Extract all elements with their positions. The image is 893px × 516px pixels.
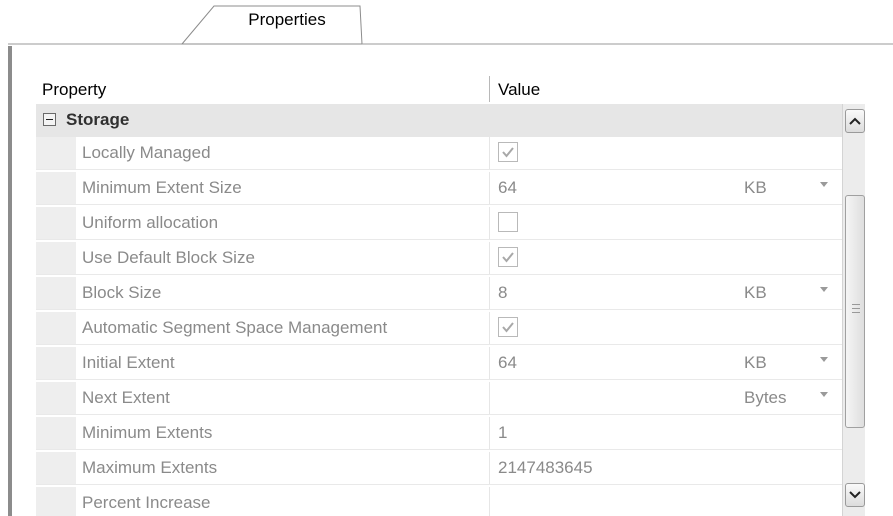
checkbox[interactable] [498,247,518,267]
row-gutter [36,347,76,379]
triangle-down-icon[interactable] [820,182,828,187]
category-label: Storage [66,110,130,129]
property-row[interactable]: Minimum Extents 1 [36,417,842,450]
row-gutter [36,172,76,204]
property-row[interactable]: Use Default Block Size [36,242,842,275]
triangle-down-icon[interactable] [820,392,828,397]
property-row[interactable]: Block Size 8 KB [36,277,842,310]
scroll-thumb[interactable] [845,195,865,428]
property-value[interactable]: 64 [498,353,517,373]
chevron-down-icon [849,491,861,499]
grip-line [852,308,860,309]
property-name: Minimum Extent Size [82,178,242,197]
checkbox[interactable] [498,212,518,232]
chevron-up-icon [849,117,861,125]
column-divider [489,487,490,516]
checkmark-icon [502,147,514,158]
property-name: Use Default Block Size [82,248,255,267]
unit-select[interactable]: KB [744,178,767,198]
grid-header: Property Value [36,74,842,104]
column-divider [489,312,490,344]
row-gutter [36,312,76,344]
property-row[interactable]: Next Extent Bytes [36,382,842,415]
grip-line [852,312,860,313]
column-divider [489,347,490,379]
column-divider [489,452,490,484]
unit-select[interactable]: KB [744,353,767,373]
grip-line [852,304,860,305]
column-divider[interactable] [489,76,490,102]
row-gutter [36,277,76,309]
property-name: Percent Increase [82,493,211,512]
property-value[interactable]: 2147483645 [498,458,593,478]
row-gutter [36,382,76,414]
column-header-value[interactable]: Value [498,80,540,100]
property-value[interactable]: 8 [498,283,507,303]
triangle-down-icon[interactable] [820,357,828,362]
property-grid: Property Value Storage Locally Managed Mi… [36,74,842,516]
tab-strip: Properties [0,0,893,46]
triangle-down-icon[interactable] [820,287,828,292]
property-value[interactable]: 1 [498,423,507,443]
property-row[interactable]: Uniform allocation [36,207,842,240]
property-value[interactable]: 64 [498,178,517,198]
vertical-scrollbar[interactable] [842,104,865,516]
panel-left-border [8,46,12,516]
property-row[interactable]: Percent Increase [36,487,842,516]
checkmark-icon [502,252,514,263]
property-name: Maximum Extents [82,458,218,477]
row-gutter [36,452,76,484]
property-name: Block Size [82,283,162,302]
checkmark-icon [502,322,514,333]
property-name: Minimum Extents [82,423,213,442]
row-gutter [36,207,76,239]
row-gutter [36,137,76,169]
property-row[interactable]: Initial Extent 64 KB [36,347,842,380]
column-divider [489,207,490,239]
column-divider [489,242,490,274]
checkbox[interactable] [498,142,518,162]
property-row[interactable]: Automatic Segment Space Management [36,312,842,345]
scroll-down-button[interactable] [845,483,865,507]
column-divider [489,382,490,414]
column-divider [489,417,490,449]
row-gutter [36,417,76,449]
row-gutter [36,487,76,516]
unit-select[interactable]: KB [744,283,767,303]
property-name: Next Extent [82,388,170,407]
column-divider [489,277,490,309]
column-divider [489,172,490,204]
property-name: Automatic Segment Space Management [82,318,388,337]
row-gutter [36,242,76,274]
property-name: Initial Extent [82,353,175,372]
tab-properties[interactable]: Properties [214,10,360,30]
property-row[interactable]: Locally Managed [36,137,842,170]
property-row[interactable]: Minimum Extent Size 64 KB [36,172,842,205]
minus-box-icon[interactable] [43,113,56,126]
scroll-up-button[interactable] [845,109,865,133]
category-row-storage[interactable]: Storage [36,104,842,137]
checkbox[interactable] [498,317,518,337]
property-name: Uniform allocation [82,213,219,232]
column-divider [489,137,490,169]
property-name: Locally Managed [82,143,211,162]
property-row[interactable]: Maximum Extents 2147483645 [36,452,842,485]
unit-select[interactable]: Bytes [744,388,787,408]
column-header-property[interactable]: Property [42,80,106,100]
tab-outline [8,5,893,45]
